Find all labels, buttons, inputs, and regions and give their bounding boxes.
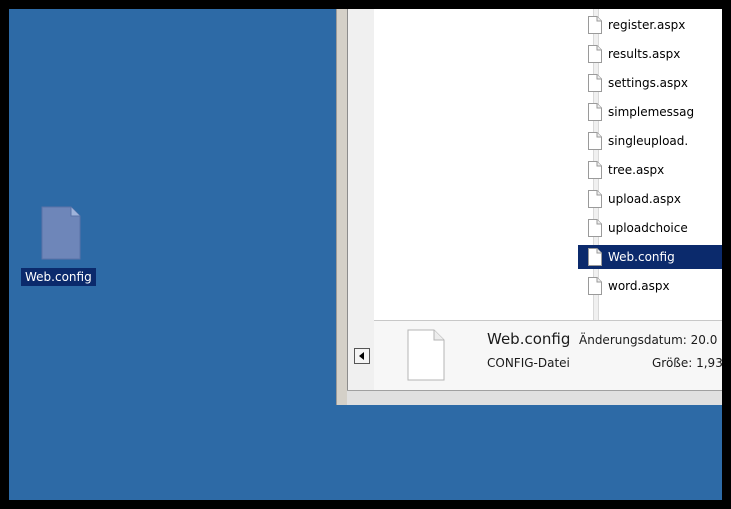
document-icon (588, 74, 602, 92)
file-name: singleupload. (608, 134, 689, 148)
file-name: settings.aspx (608, 76, 688, 90)
desktop-icon-web-config[interactable]: Web.config (21, 206, 99, 286)
file-name: simplemessag (608, 105, 695, 119)
navigation-pane (347, 9, 375, 390)
document-icon (588, 219, 602, 237)
document-icon (588, 248, 602, 266)
screenshot-frame: Web.config register.aspx results.aspx sett… (0, 0, 731, 509)
document-icon (588, 16, 602, 34)
explorer-window: register.aspx results.aspx settings.aspx si… (336, 9, 722, 405)
file-name: register.aspx (608, 18, 686, 32)
details-file-name: Web.config (487, 330, 571, 348)
file-row[interactable]: uploadchoice (578, 216, 722, 240)
file-name: upload.aspx (608, 192, 682, 206)
document-icon (41, 206, 81, 260)
document-icon (588, 132, 602, 150)
file-row[interactable]: tree.aspx (578, 158, 722, 182)
file-name: uploadchoice (608, 221, 688, 235)
file-row[interactable]: register.aspx (578, 13, 722, 37)
file-row[interactable]: simplemessag (578, 100, 722, 124)
document-icon (407, 329, 445, 381)
document-icon (588, 103, 602, 121)
horizontal-scrollbar[interactable] (347, 390, 722, 405)
document-icon (588, 277, 602, 295)
scroll-left-button[interactable] (354, 348, 370, 364)
file-row[interactable]: results.aspx (578, 42, 722, 66)
details-modified-date: Änderungsdatum: 20.0 (579, 333, 718, 347)
details-file-type: CONFIG-Datei (487, 356, 570, 370)
file-name: results.aspx (608, 47, 681, 61)
document-icon (588, 190, 602, 208)
desktop[interactable]: Web.config register.aspx results.aspx sett… (9, 9, 722, 500)
file-row[interactable]: settings.aspx (578, 71, 722, 95)
file-row[interactable]: word.aspx (578, 274, 722, 298)
file-row[interactable]: singleupload. (578, 129, 722, 153)
file-row[interactable]: upload.aspx (578, 187, 722, 211)
file-name: tree.aspx (608, 163, 665, 177)
file-name: Web.config (608, 250, 675, 264)
document-icon (588, 161, 602, 179)
file-row[interactable]: Web.config (578, 245, 722, 269)
details-pane: Web.config CONFIG-Datei Änderungsdatum: … (374, 321, 722, 390)
document-icon (588, 45, 602, 63)
file-name: word.aspx (608, 279, 670, 293)
details-file-size: Größe: 1,93 (652, 356, 722, 370)
desktop-icon-label: Web.config (21, 268, 96, 286)
arrow-left-icon (359, 352, 364, 360)
